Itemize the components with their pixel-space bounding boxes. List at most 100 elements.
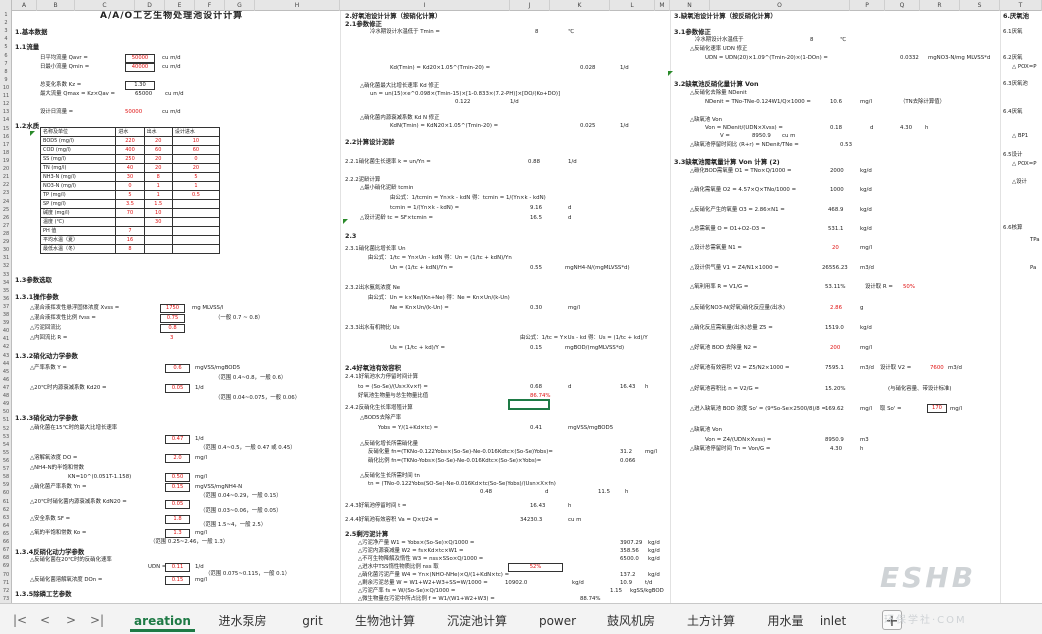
column-header-m[interactable]: M	[655, 0, 670, 11]
input-so-prime[interactable]: 170	[927, 404, 947, 413]
next-sheet-icon[interactable]: >	[63, 612, 79, 628]
row-header-cell[interactable]: 2	[0, 20, 12, 26]
row-header-cell[interactable]: 54	[0, 442, 12, 448]
row-header-cell[interactable]: 52	[0, 426, 12, 432]
table-cell[interactable]: NO3-N (mg/l)	[39, 181, 117, 191]
table-cell[interactable]: NH3-N (mg/l)	[39, 172, 117, 182]
table-cell[interactable]: 30	[115, 172, 145, 182]
row-header-cell[interactable]: 66	[0, 539, 12, 545]
table-cell[interactable]: 16	[115, 235, 145, 245]
row-header-cell[interactable]: 32	[0, 263, 12, 269]
column-header-i[interactable]: I	[340, 0, 510, 11]
input-ko[interactable]: 1.3	[165, 529, 190, 538]
row-header-cell[interactable]: 67	[0, 547, 12, 553]
table-cell[interactable]	[115, 217, 145, 227]
tab-bio-tank[interactable]: 生物池计算	[345, 610, 425, 632]
table-cell[interactable]	[171, 217, 221, 227]
row-header-cell[interactable]: 69	[0, 563, 12, 569]
tab-inlet[interactable]: inlet	[818, 610, 848, 632]
row-header-cell[interactable]: 16	[0, 134, 12, 140]
input-yn[interactable]: 0.15	[165, 483, 190, 492]
table-cell[interactable]	[171, 235, 221, 245]
row-header-cell[interactable]: 24	[0, 199, 12, 205]
table-cell[interactable]: SS (mg/l)	[39, 154, 117, 164]
column-header-j[interactable]: J	[510, 0, 550, 11]
row-header-cell[interactable]: 10	[0, 85, 12, 91]
table-cell[interactable]	[143, 244, 173, 254]
row-header-cell[interactable]: 43	[0, 353, 12, 359]
row-header-cell[interactable]: 71	[0, 580, 12, 586]
column-header-r[interactable]: R	[920, 0, 960, 11]
row-header-cell[interactable]: 29	[0, 239, 12, 245]
table-cell[interactable]	[171, 226, 221, 236]
row-header-cell[interactable]: 14	[0, 117, 12, 123]
table-cell[interactable]: 60	[171, 145, 221, 155]
row-header-cell[interactable]: 51	[0, 417, 12, 423]
input-sf[interactable]: 1.8	[165, 515, 190, 524]
table-cell[interactable]: 0	[115, 181, 145, 191]
tab-clarifier[interactable]: 沉淀池计算	[437, 610, 517, 632]
row-header-cell[interactable]: 22	[0, 182, 12, 188]
row-header-cell[interactable]: 7	[0, 61, 12, 67]
input-kz[interactable]: 1.30	[125, 81, 155, 90]
row-header-cell[interactable]: 11	[0, 93, 12, 99]
table-cell[interactable]: 20	[143, 154, 173, 164]
row-header-cell[interactable]: 9	[0, 77, 12, 83]
row-header-cell[interactable]: 68	[0, 555, 12, 561]
row-header-cell[interactable]: 53	[0, 434, 12, 440]
row-header-cell[interactable]: 58	[0, 474, 12, 480]
input-kdn20[interactable]: 0.05	[165, 500, 190, 509]
row-header-cell[interactable]: 49	[0, 401, 12, 407]
table-cell[interactable]: SP (mg/l)	[39, 199, 117, 209]
select-all-corner[interactable]	[0, 0, 12, 11]
table-cell[interactable]: 60	[143, 145, 173, 155]
row-header-cell[interactable]: 5	[0, 44, 12, 50]
column-header-a[interactable]: A	[12, 0, 37, 11]
row-header-cell[interactable]: 13	[0, 109, 12, 115]
row-header-cell[interactable]: 38	[0, 312, 12, 318]
table-cell[interactable]: 10	[143, 208, 173, 218]
table-cell[interactable]: 20	[143, 136, 173, 146]
table-cell[interactable]: 7	[115, 226, 145, 236]
row-header-cell[interactable]: 60	[0, 490, 12, 496]
row-header-cell[interactable]: 50	[0, 409, 12, 415]
column-header-q[interactable]: Q	[885, 0, 920, 11]
row-header-cell[interactable]: 37	[0, 304, 12, 310]
row-header-cell[interactable]: 41	[0, 336, 12, 342]
table-cell[interactable]: BOD5 (mg/l)	[39, 136, 117, 146]
row-header-cell[interactable]: 42	[0, 344, 12, 350]
table-cell[interactable]: 20	[143, 163, 173, 173]
column-header-n[interactable]: N	[670, 0, 710, 11]
row-header-cell[interactable]: 15	[0, 126, 12, 132]
column-header-p[interactable]: P	[850, 0, 885, 11]
column-header-h[interactable]: H	[255, 0, 340, 11]
tab-grit[interactable]: grit	[290, 610, 335, 632]
table-cell[interactable]	[143, 226, 173, 236]
row-header-cell[interactable]: 48	[0, 393, 12, 399]
column-header-l[interactable]: L	[610, 0, 655, 11]
column-header-k[interactable]: K	[550, 0, 610, 11]
column-header-c[interactable]: C	[75, 0, 135, 11]
row-header-cell[interactable]: 62	[0, 507, 12, 513]
table-cell[interactable]: 温度 (℃)	[39, 217, 117, 227]
row-header-cell[interactable]: 31	[0, 255, 12, 261]
row-header-cell[interactable]: 56	[0, 458, 12, 464]
column-header-t[interactable]: T	[1000, 0, 1042, 11]
tab-power[interactable]: power	[530, 610, 585, 632]
tab-blower[interactable]: 鼓风机房	[598, 610, 664, 632]
input-nss[interactable]: 52%	[508, 563, 563, 572]
row-header-cell[interactable]: 39	[0, 320, 12, 326]
last-sheet-icon[interactable]: >|	[89, 612, 105, 628]
row-header-cell[interactable]: 73	[0, 596, 12, 602]
column-header-s[interactable]: S	[960, 0, 1000, 11]
table-cell[interactable]: 70	[115, 208, 145, 218]
table-cell[interactable]: 1	[143, 181, 173, 191]
input-don[interactable]: 0.15	[165, 576, 190, 585]
table-cell[interactable]: 0.5	[171, 190, 221, 200]
column-header-f[interactable]: F	[195, 0, 225, 11]
table-cell[interactable]: 1	[143, 190, 173, 200]
input-y[interactable]: 0.6	[165, 364, 190, 373]
row-header-cell[interactable]: 34	[0, 280, 12, 286]
table-cell[interactable]	[171, 244, 221, 254]
row-header-cell[interactable]: 4	[0, 36, 12, 42]
